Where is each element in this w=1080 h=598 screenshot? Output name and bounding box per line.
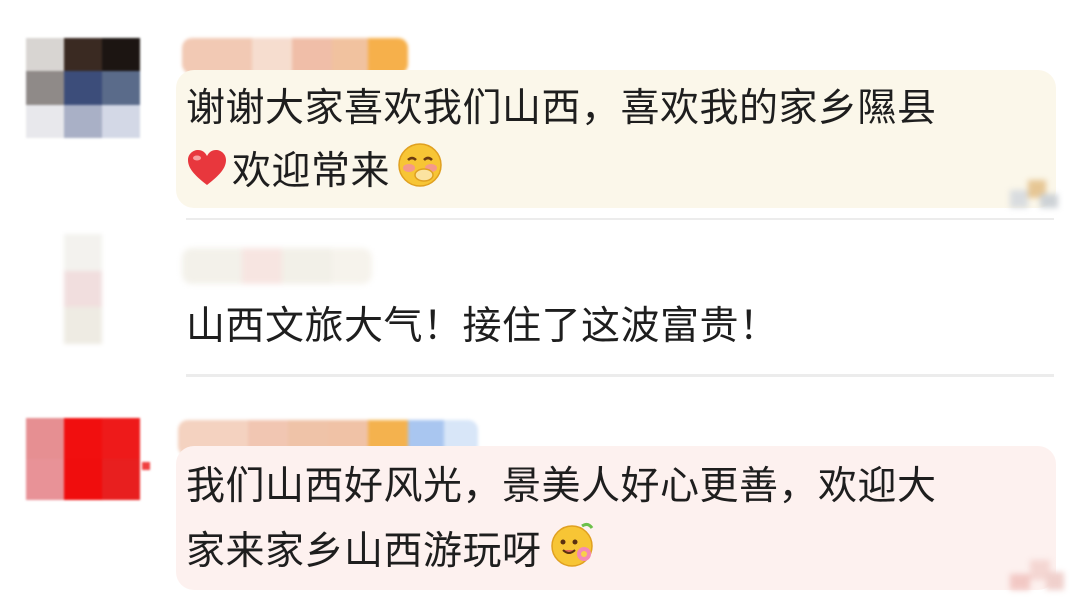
avatar-badge-blurred xyxy=(142,462,150,470)
blushing-face-emoji-icon xyxy=(396,142,444,188)
comment-text-line: 我们山西好风光，景美人好心更善，欢迎大 xyxy=(186,464,937,509)
comment-item[interactable]: 我们山西好风光，景美人好心更善，欢迎大 家来家乡山西游玩呀 xyxy=(0,382,1080,598)
comment-divider xyxy=(186,374,1054,377)
decoration-blurred xyxy=(1010,170,1060,210)
flower-face-emoji-icon xyxy=(548,520,598,568)
avatar[interactable] xyxy=(26,38,140,138)
comment-text-line: 山西文旅大气！接住了这波富贵！ xyxy=(186,304,779,349)
comment-item[interactable]: 谢谢大家喜欢我们山西，喜欢我的家乡隰县 欢迎常来 xyxy=(0,0,1080,222)
invitation-text: 家来家乡山西游玩呀 xyxy=(186,529,542,574)
comment-divider xyxy=(186,218,1054,220)
decoration-blurred xyxy=(1010,552,1066,592)
username-blurred[interactable] xyxy=(182,248,372,284)
comment-text-line: 谢谢大家喜欢我们山西，喜欢我的家乡隰县 xyxy=(186,86,937,131)
avatar[interactable] xyxy=(26,234,140,344)
red-heart-icon xyxy=(186,148,228,188)
welcome-text: 欢迎常来 xyxy=(232,149,391,194)
comment-item[interactable]: 山西文旅大气！接住了这波富贵！ xyxy=(0,222,1080,382)
avatar[interactable] xyxy=(26,418,140,500)
comment-text-line: 家来家乡山西游玩呀 xyxy=(186,520,598,581)
username-blurred[interactable] xyxy=(182,38,408,74)
comment-text-line: 欢迎常来 xyxy=(186,142,444,201)
